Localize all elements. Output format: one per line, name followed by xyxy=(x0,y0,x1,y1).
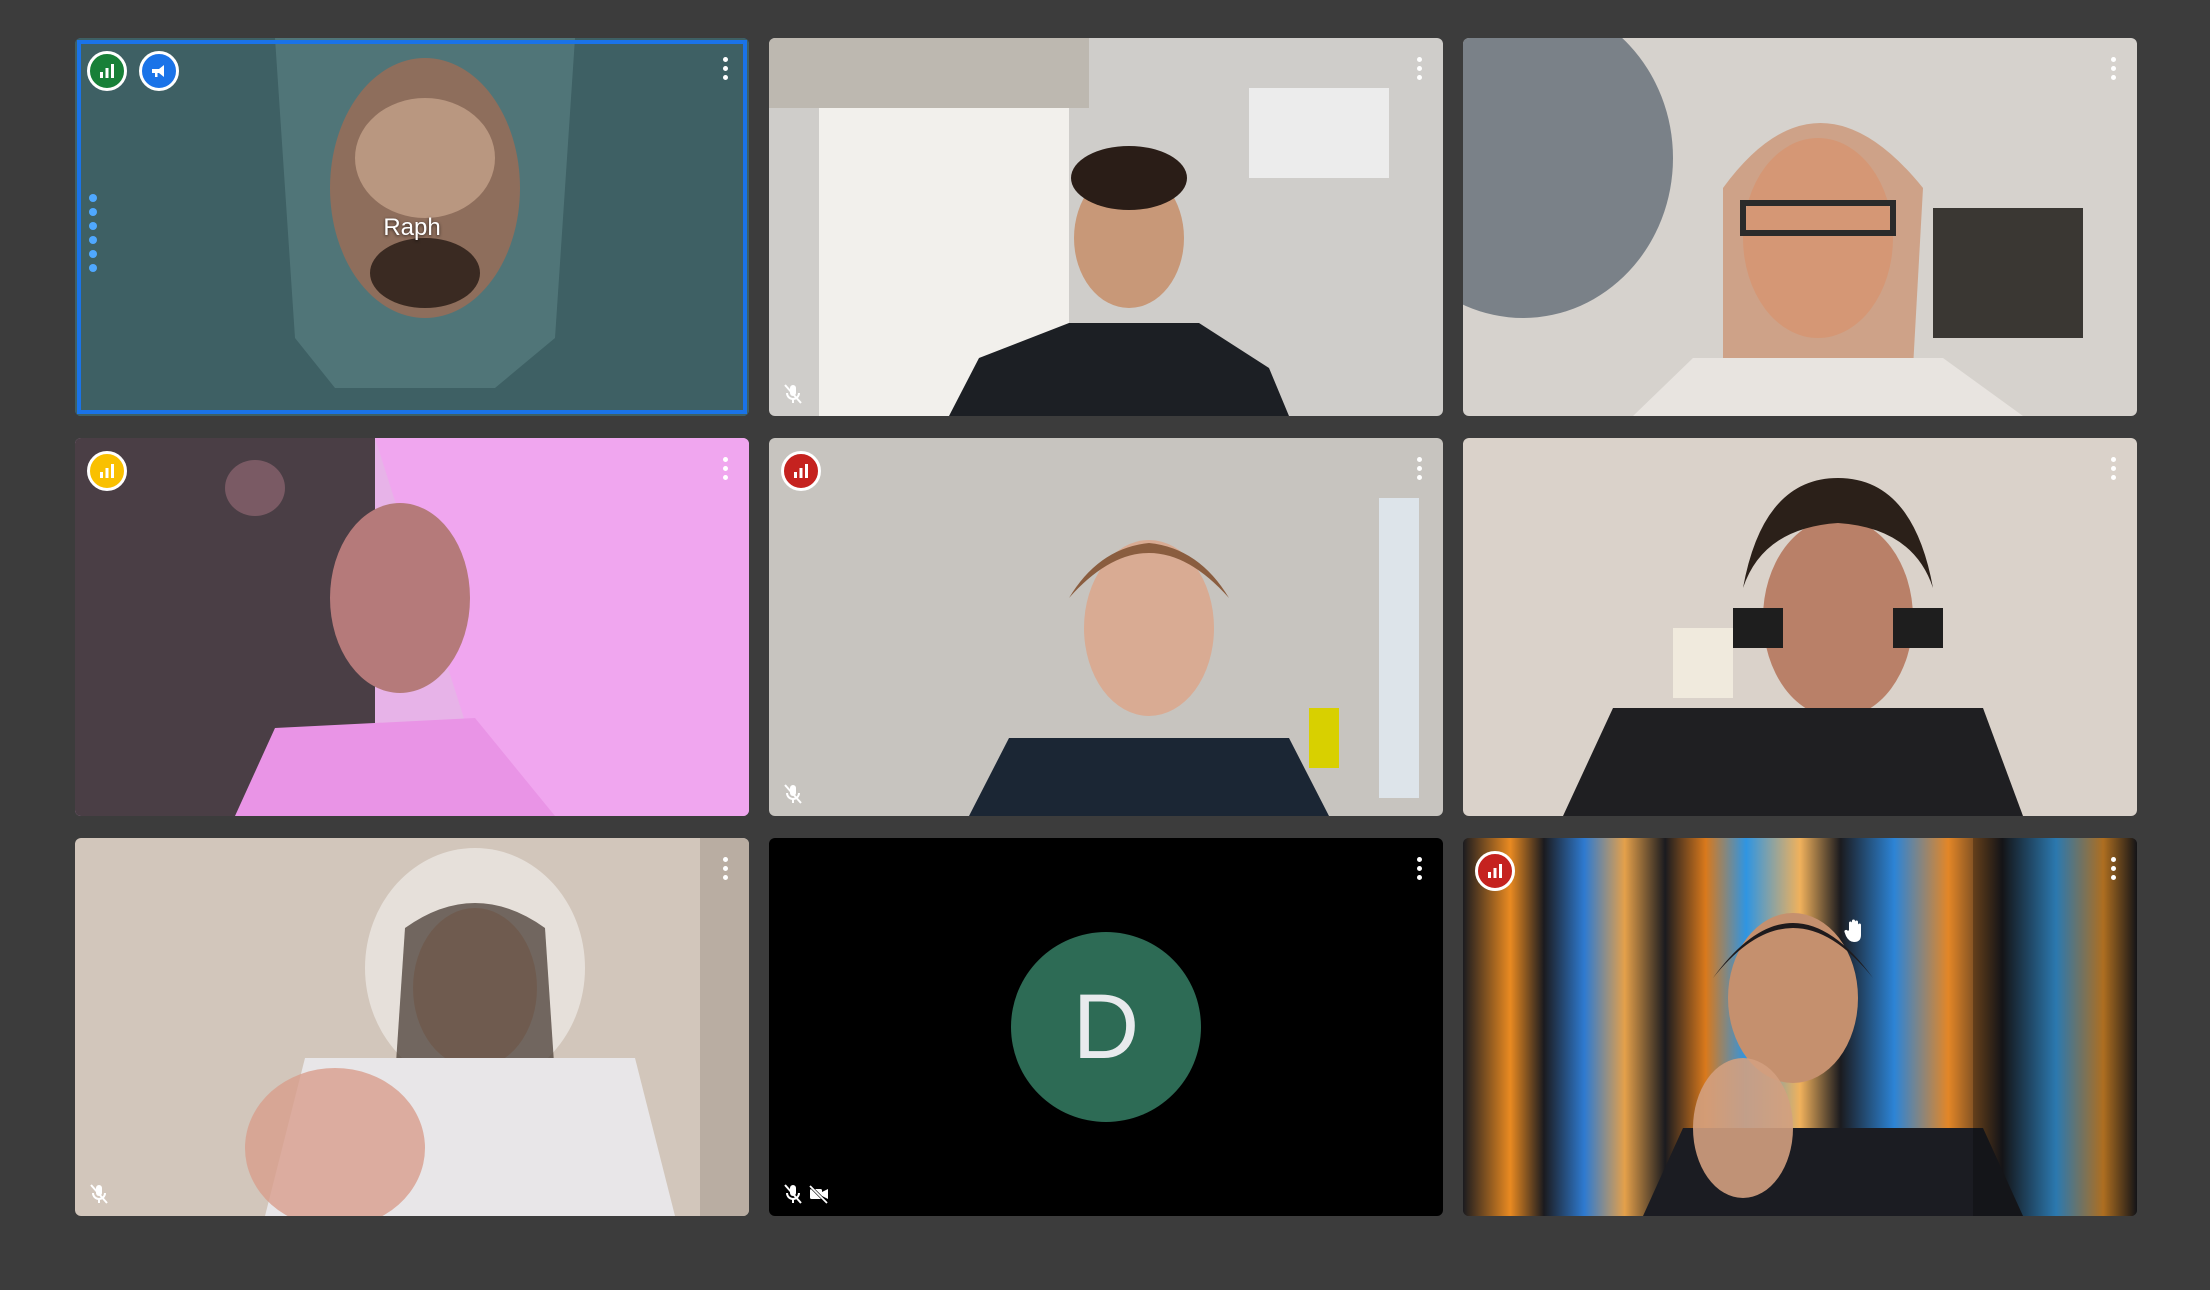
mic-off-icon xyxy=(90,1184,108,1204)
participant-video xyxy=(75,438,749,816)
participant-video xyxy=(75,838,749,1216)
participant-tile-d[interactable]: D xyxy=(769,838,1443,1216)
mic-off-icon xyxy=(784,784,802,804)
camera-off-icon xyxy=(808,1184,829,1205)
more-options-icon[interactable] xyxy=(1405,850,1433,886)
participant-tile-raph[interactable]: Raph xyxy=(75,38,749,416)
video-grid: Raph D xyxy=(75,38,2137,1216)
avatar-letter: D xyxy=(1072,975,1140,1078)
participant-name: Raph xyxy=(383,214,441,241)
signal-bars-icon xyxy=(87,51,127,91)
participant-tile[interactable] xyxy=(769,438,1443,816)
more-options-icon[interactable] xyxy=(711,50,739,86)
participant-tile[interactable] xyxy=(1463,38,2137,416)
signal-bars-icon xyxy=(1475,851,1515,891)
participant-video xyxy=(1463,438,2137,816)
more-options-icon[interactable] xyxy=(1405,450,1433,486)
raised-hand-icon xyxy=(1844,919,1861,942)
more-options-icon[interactable] xyxy=(2099,450,2127,486)
more-options-icon[interactable] xyxy=(1405,50,1433,86)
participant-video xyxy=(769,438,1443,816)
participant-video xyxy=(1463,838,2137,1216)
more-options-icon[interactable] xyxy=(711,450,739,486)
avatar: D xyxy=(1011,932,1201,1122)
more-options-icon[interactable] xyxy=(711,850,739,886)
mic-off-icon xyxy=(784,1184,802,1204)
mic-off-icon xyxy=(784,384,802,404)
participant-tile[interactable] xyxy=(75,438,749,816)
more-options-icon[interactable] xyxy=(2099,850,2127,886)
more-options-icon[interactable] xyxy=(2099,50,2127,86)
participant-tile[interactable] xyxy=(75,838,749,1216)
signal-bars-icon xyxy=(87,451,127,491)
participant-video xyxy=(769,38,1443,416)
participant-tile[interactable] xyxy=(1463,438,2137,816)
participant-tile[interactable] xyxy=(769,38,1443,416)
signal-bars-icon xyxy=(781,451,821,491)
megaphone-icon xyxy=(139,51,179,91)
participant-tile[interactable] xyxy=(1463,838,2137,1216)
participant-video xyxy=(1463,38,2137,416)
